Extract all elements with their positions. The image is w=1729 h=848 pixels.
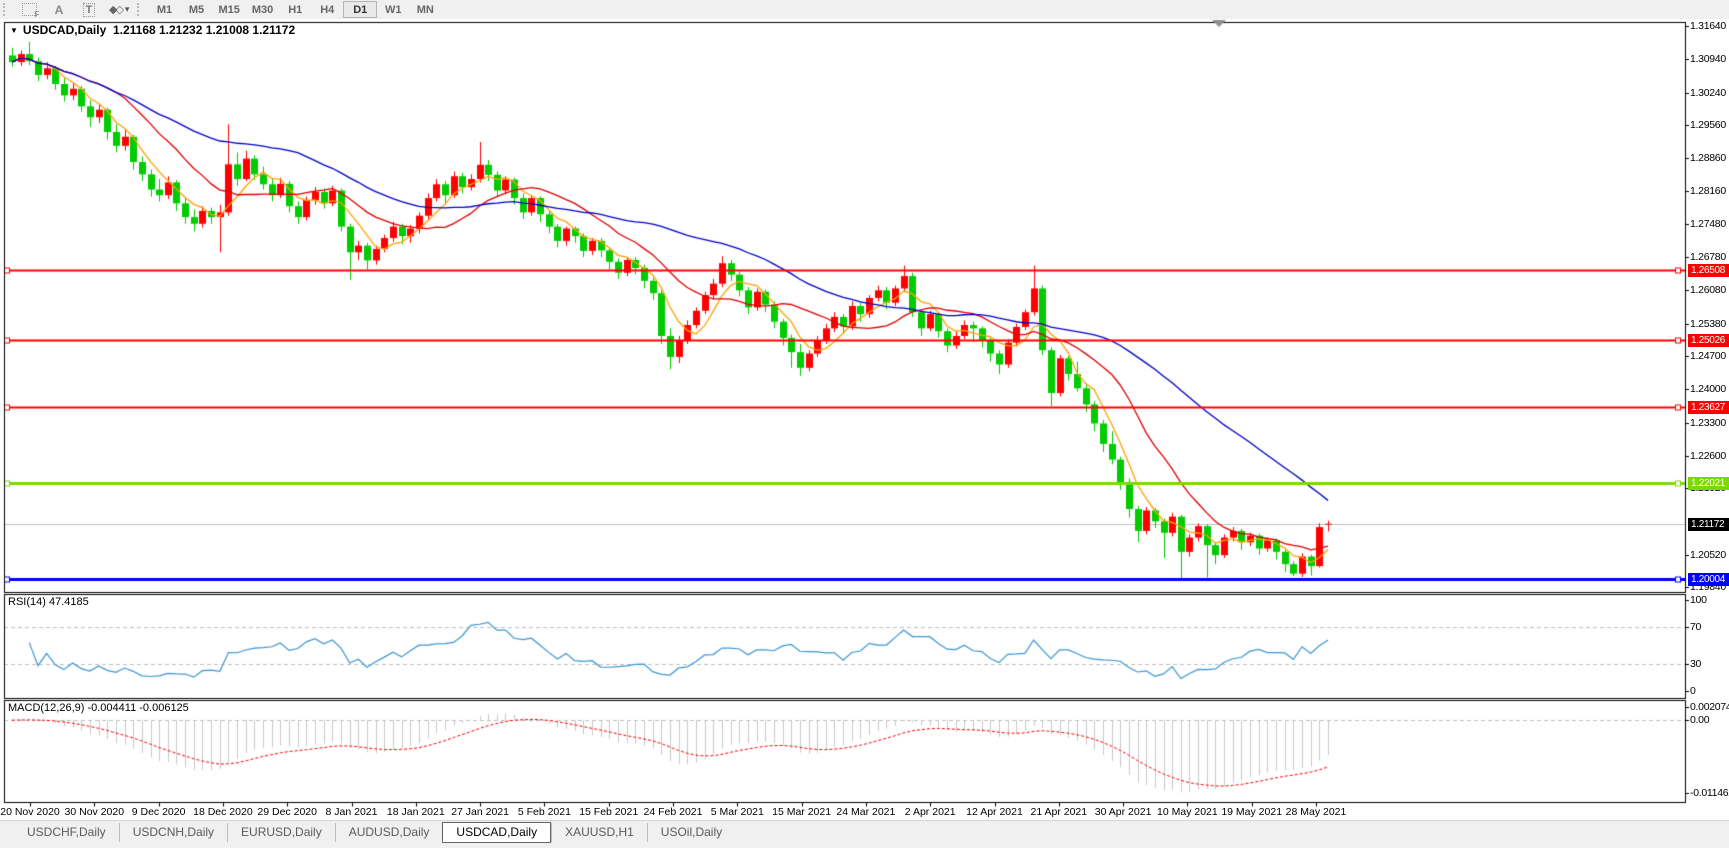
timeframe-button-h1[interactable]: H1 [279,1,311,18]
text-label-button[interactable]: A [44,1,74,18]
price-tag-1.25026: 1.25026 [1688,334,1729,348]
timeframe-button-w1[interactable]: W1 [377,1,409,18]
symbol-tab-eurusd[interactable]: EURUSD,Daily [227,823,335,842]
toolbar: F A T ◆◇ ▾ M1 M5 M15 M30 H1 H4 D1 W1 MN [0,0,1729,20]
timeframe-button-m1[interactable]: M1 [148,1,180,18]
symbol-tab-usdcnh[interactable]: USDCNH,Daily [118,823,227,842]
fibonacci-tool-icon: F [21,3,40,19]
chart-canvas[interactable] [0,19,1729,820]
trading-platform-window: { "toolbar": { "tool_icons": [ {"name": … [0,0,1729,848]
timeframe-button-m5[interactable]: M5 [180,1,212,18]
price-tag-1.23627: 1.23627 [1688,400,1729,414]
timeframe-button-d1[interactable]: D1 [343,1,378,18]
shapes-icon: ◆◇ [109,4,124,16]
price-tag-1.21172: 1.21172 [1688,517,1729,531]
timeframe-button-mn[interactable]: MN [409,1,441,18]
shapes-button[interactable]: ◆◇ ▾ [104,1,134,18]
dropdown-arrow-icon: ▾ [124,4,130,14]
chart-area: ▼ USDCAD,Daily 1.21168 1.21232 1.21008 1.… [0,19,1729,820]
fibonacci-tool-button[interactable]: F [14,1,44,19]
text-box-button[interactable]: T [74,1,104,18]
timeframe-button-group: M1 M5 M15 M30 H1 H4 D1 W1 MN [148,1,441,18]
symbol-tab-usdchf[interactable]: USDCHF,Daily [14,823,119,842]
symbol-tab-usdcad[interactable]: USDCAD,Daily [442,822,552,843]
text-label-icon: A [54,2,64,17]
symbol-tab-usoil[interactable]: USOil,Daily [646,823,735,842]
price-tag-1.22021: 1.22021 [1688,477,1729,491]
text-box-icon: T [82,2,96,17]
timeframe-button-m30[interactable]: M30 [246,1,279,18]
symbol-tab-xauusd[interactable]: XAUUSD,H1 [551,823,647,842]
toolbar-grip[interactable] [3,3,10,16]
symbol-tab-bar: USDCHF,Daily USDCNH,Daily EURUSD,Daily AUDU… [0,820,1729,848]
toolbar-grip[interactable] [137,3,144,16]
price-tag-1.26508: 1.26508 [1688,263,1729,277]
timeframe-button-m15[interactable]: M15 [212,1,245,18]
price-tag-1.20004: 1.20004 [1688,573,1729,587]
timeframe-button-h4[interactable]: H4 [311,1,343,18]
symbol-tab-audusd[interactable]: AUDUSD,Daily [334,823,443,842]
